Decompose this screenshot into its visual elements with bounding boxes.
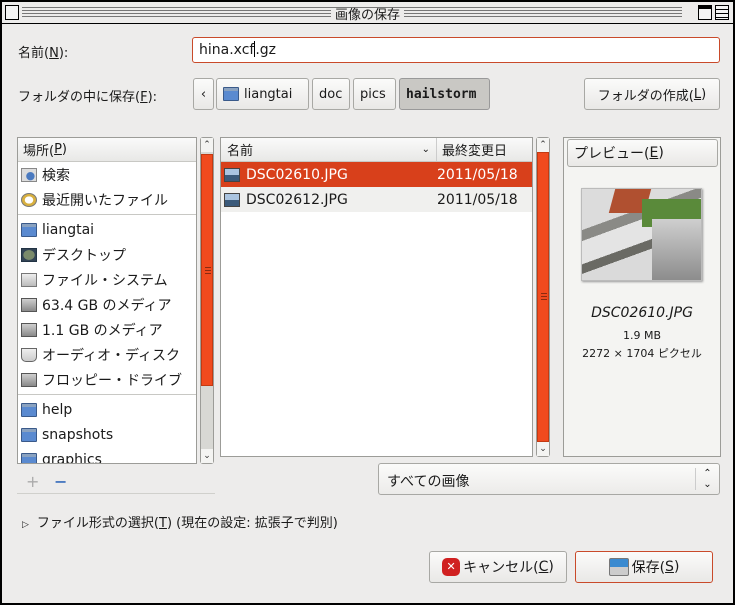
save-button[interactable]: 保存(S)	[575, 551, 713, 583]
path-button-liangtai[interactable]: liangtai	[216, 78, 309, 110]
floppy-icon	[21, 372, 37, 387]
preview-filesize: 1.9 MB	[622, 329, 662, 342]
place-search[interactable]: 検索	[18, 162, 196, 187]
save-in-folder-label: フォルダの中に保存(F):	[18, 90, 158, 105]
search-icon	[21, 167, 37, 182]
remove-bookmark-button[interactable]: −	[54, 472, 67, 491]
preview-filename: DSC02610.JPG	[591, 305, 693, 321]
preview-pane	[563, 137, 721, 457]
audio-disc-icon	[21, 347, 37, 362]
image-file-icon	[224, 192, 240, 207]
scroll-down-arrow[interactable]: ⌄	[201, 449, 213, 463]
home-folder-icon	[223, 87, 239, 101]
place-desktop[interactable]: デスクトップ	[18, 242, 196, 267]
drive-icon	[21, 297, 37, 312]
places-list: 場所(P) 検索 最近開いたファイル liangtai デスクトップ ファイル・…	[17, 137, 197, 464]
cancel-button[interactable]: ✕ キャンセル(C)	[429, 551, 567, 583]
place-recent[interactable]: 最近開いたファイル	[18, 187, 196, 212]
drive-icon	[21, 322, 37, 337]
folder-icon	[21, 402, 37, 417]
filename-input[interactable]: hina.xcf.gz	[192, 37, 720, 63]
maximize-button[interactable]	[698, 5, 712, 20]
separator	[18, 214, 196, 215]
place-floppy[interactable]: フロッピー・ドライブ	[18, 367, 196, 392]
place-filesystem[interactable]: ファイル・システム	[18, 267, 196, 292]
place-snapshots[interactable]: snapshots	[18, 422, 196, 447]
scroll-up-arrow[interactable]: ⌃	[201, 138, 213, 152]
save-icon	[608, 558, 629, 576]
preview-dimensions: 2272 × 1704 ピクセル	[582, 347, 702, 360]
filesystem-icon	[21, 272, 37, 287]
file-list: 名前 ⌄ 最終変更日 DSC02610.JPG 2011/05/18 DSC0261…	[220, 137, 533, 457]
file-list-scrollbar[interactable]: ⌃ ⌄	[536, 137, 550, 457]
desktop-icon	[21, 247, 37, 262]
scroll-up-arrow[interactable]: ⌃	[537, 138, 549, 152]
preview-thumbnail	[581, 188, 702, 281]
column-modified-header[interactable]: 最終変更日	[437, 140, 532, 159]
window-title: 画像の保存	[2, 4, 733, 23]
place-help[interactable]: help	[18, 397, 196, 422]
title-bar[interactable]: 画像の保存	[2, 2, 733, 24]
save-image-dialog: 画像の保存 名前(N): hina.xcf.gz フォルダの中に保存(F): ‹…	[0, 0, 735, 605]
recent-icon	[21, 192, 37, 207]
expander-triangle-icon: ▷	[22, 520, 29, 530]
places-scroll-thumb[interactable]	[201, 154, 213, 386]
separator	[17, 493, 215, 494]
file-list-header: 名前 ⌄ 最終変更日	[221, 138, 532, 162]
place-liangtai[interactable]: liangtai	[18, 217, 196, 242]
add-bookmark-button[interactable]: +	[26, 472, 39, 491]
separator	[18, 394, 196, 395]
path-button-pics[interactable]: pics	[353, 78, 396, 110]
path-button-hailstorm[interactable]: hailstorm	[399, 78, 490, 110]
place-graphics[interactable]: graphics	[18, 447, 196, 463]
places-header[interactable]: 場所(P)	[18, 138, 196, 162]
cancel-icon: ✕	[442, 558, 461, 576]
create-folder-button[interactable]: フォルダの作成(L)	[584, 78, 720, 110]
places-scrollbar[interactable]: ⌃ ⌄	[200, 137, 214, 464]
file-filter-select[interactable]: すべての画像 ⌃ ⌄	[378, 463, 720, 495]
path-button-doc[interactable]: doc	[312, 78, 350, 110]
shade-button[interactable]	[715, 5, 729, 20]
image-file-icon	[224, 167, 240, 182]
path-back-button[interactable]: ‹	[193, 78, 214, 110]
folder-icon	[21, 452, 37, 463]
file-scroll-thumb[interactable]	[537, 152, 549, 442]
folder-icon	[21, 427, 37, 442]
place-media-1gb[interactable]: 1.1 GB のメディア	[18, 317, 196, 342]
place-audio-disc[interactable]: オーディオ・ディスク	[18, 342, 196, 367]
name-label: 名前(N):	[18, 46, 69, 61]
file-type-expander[interactable]: ▷ ファイル形式の選択(T) (現在の設定: 拡張子で判別)	[22, 512, 338, 531]
scroll-down-arrow[interactable]: ⌄	[537, 442, 549, 456]
file-row[interactable]: DSC02612.JPG 2011/05/18	[221, 187, 532, 212]
preview-toggle[interactable]: プレビュー(E)	[567, 139, 718, 167]
column-name-header[interactable]: 名前 ⌄	[221, 138, 437, 161]
sort-chevron-down-icon: ⌄	[421, 144, 430, 155]
file-row[interactable]: DSC02610.JPG 2011/05/18	[221, 162, 532, 187]
updown-chevron-icon: ⌃ ⌄	[695, 468, 719, 490]
place-media-63gb[interactable]: 63.4 GB のメディア	[18, 292, 196, 317]
home-folder-icon	[21, 222, 37, 237]
